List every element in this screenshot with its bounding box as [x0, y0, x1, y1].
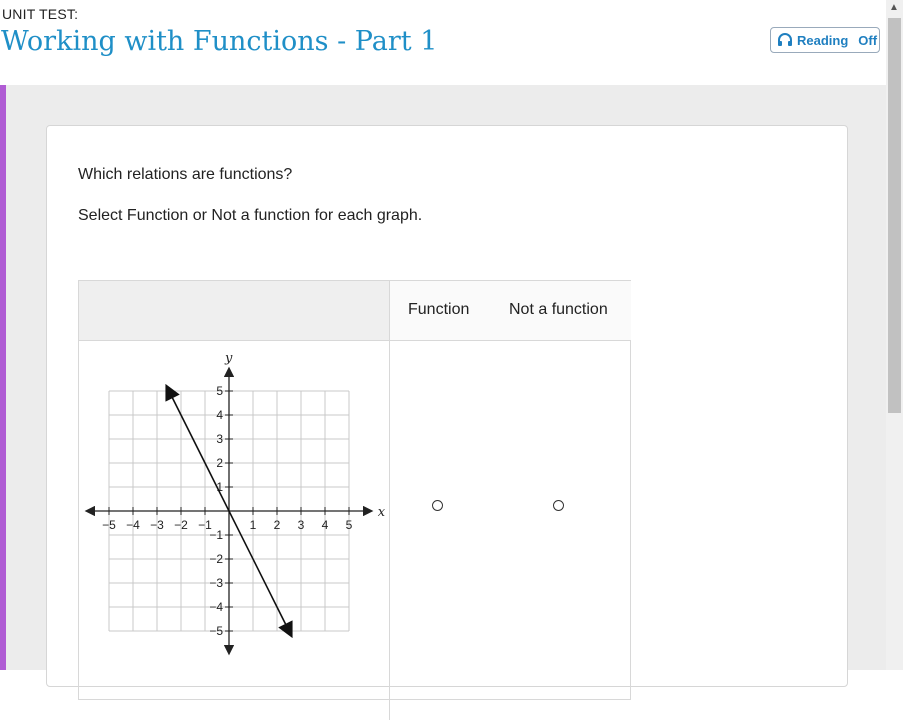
x-tick-label: 4	[322, 518, 329, 532]
x-tick-label: 1	[250, 518, 257, 532]
y-tick-label: −3	[209, 576, 223, 590]
scrollbar-thumb[interactable]	[888, 18, 901, 413]
y-axis-label: y	[224, 351, 233, 366]
x-tick-label: −4	[126, 518, 140, 532]
reading-toggle-button[interactable]: Reading Off	[770, 27, 880, 53]
x-tick-label: 2	[274, 518, 281, 532]
y-tick-label: 4	[216, 408, 223, 422]
y-tick-label: 2	[216, 456, 223, 470]
y-tick-label: −2	[209, 552, 223, 566]
chevron-up-icon[interactable]: ▲	[889, 2, 899, 13]
column-header-not-function: Not a function	[509, 301, 608, 318]
x-tick-label: −2	[174, 518, 188, 532]
x-tick-label: 3	[298, 518, 305, 532]
page-title: Working with Functions - Part 1	[1, 26, 438, 57]
reading-label: Reading	[797, 32, 849, 48]
x-tick-label: 5	[346, 518, 353, 532]
graph-cell: −5 −4 −3 −2 −1 1 2 3 4 5 5 4 3 2 1 −1 −2 −3 −4 −5 x y	[79, 341, 389, 706]
y-tick-label: 5	[216, 384, 223, 398]
reading-state: Off	[858, 32, 878, 48]
not-function-radio[interactable]	[553, 500, 564, 511]
headphones-icon	[777, 33, 793, 47]
question-card: Which relations are functions? Select Fu…	[46, 125, 848, 720]
unit-label: UNIT TEST:	[2, 6, 79, 22]
accent-bar	[0, 85, 6, 670]
y-tick-label: −5	[209, 624, 223, 638]
graph-tick-labels: −5 −4 −3 −2 −1 1 2 3 4 554321−1−2−3−4−5xy	[102, 351, 386, 638]
question-instruction: Select Function or Not a function for ea…	[78, 207, 423, 224]
x-tick-label: −5	[102, 518, 116, 532]
question-prompt: Which relations are functions?	[78, 166, 293, 183]
y-tick-label: 3	[216, 432, 223, 446]
function-radio[interactable]	[432, 500, 443, 511]
table-header-graph	[79, 281, 390, 341]
column-divider	[389, 340, 390, 720]
coordinate-graph: −5 −4 −3 −2 −1 1 2 3 4 554321−1−2−3−4−5xy	[84, 351, 386, 656]
vertical-scrollbar[interactable]: ▲	[886, 0, 903, 670]
x-tick-label: −3	[150, 518, 164, 532]
x-axis-label: x	[378, 505, 386, 520]
y-tick-label: −1	[209, 528, 223, 542]
table-header-options: Function Not a function	[390, 281, 631, 341]
answer-table: Function Not a function −5 −4 −3 −2 −1 1 2 3 4 5 5…	[78, 280, 631, 720]
y-tick-label: −4	[209, 600, 223, 614]
column-header-function: Function	[408, 301, 470, 318]
